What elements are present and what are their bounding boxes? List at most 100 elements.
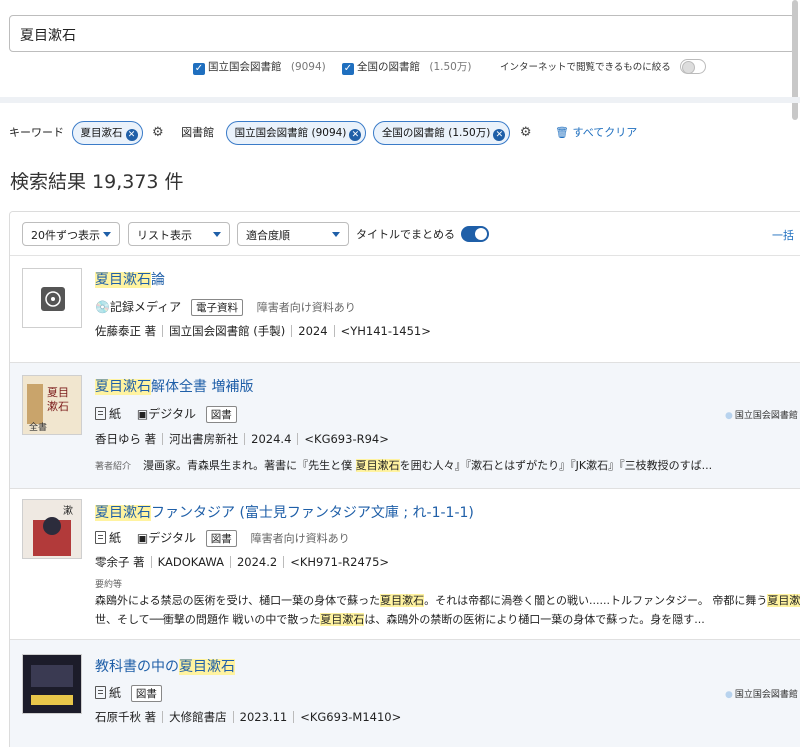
filter-all-count: (1.50万) xyxy=(429,61,472,73)
summary-highlight: 夏目漱石 xyxy=(320,613,365,626)
close-icon[interactable]: ✕ xyxy=(493,129,506,141)
summary-text: 世、そして──衝撃の問題作 戦いの中で散った xyxy=(95,613,321,626)
result-title[interactable]: 夏目漱石ファンタジア (富士見ファンタジア文庫 ; れ-1-1-1) xyxy=(95,502,474,522)
call-number: <YH141-1451> xyxy=(340,324,431,338)
title-text: 解体全書 増補版 xyxy=(151,379,254,395)
library-holding[interactable]: 国立国会図書館 xyxy=(725,408,798,421)
paper-icon xyxy=(95,531,106,544)
svg-text:漱石: 漱石 xyxy=(47,400,69,413)
publisher: KADOKAWA xyxy=(157,555,224,569)
call-number: <KH971-R2475> xyxy=(290,555,390,569)
format-line: 💿記録メディア 電子資料 障害者向け資料あり xyxy=(95,298,356,316)
format-label: 紙 xyxy=(109,531,122,545)
publication-info: 香日ゆら 著河出書房新社 2024.4 <KG693-R94> xyxy=(95,431,389,447)
book-cover[interactable] xyxy=(22,654,82,714)
summary-highlight: 夏目漱石 xyxy=(767,594,800,607)
title-highlight: 夏目漱石 xyxy=(179,659,235,675)
checkbox-checked-icon[interactable]: ✓ xyxy=(193,63,205,75)
paper-icon xyxy=(95,407,106,420)
title-text: 教科書の中の xyxy=(95,659,179,675)
digital-icon: ▣ xyxy=(136,531,149,545)
format-label-digital: デジタル xyxy=(148,407,196,421)
sliders-icon[interactable]: ⚙ xyxy=(520,125,532,140)
call-number: <KG693-M1410> xyxy=(300,710,402,724)
year: 2024.2 xyxy=(236,555,278,569)
year: 2024.4 xyxy=(251,432,292,446)
author: 香日ゆら 著 xyxy=(95,432,157,446)
trash-icon: 🗑 xyxy=(555,126,569,139)
close-icon[interactable]: ✕ xyxy=(125,129,138,141)
chevron-down-icon xyxy=(332,232,340,237)
sort-select[interactable]: 適合度順 xyxy=(237,222,349,246)
close-icon[interactable]: ✕ xyxy=(349,129,362,141)
chevron-down-icon xyxy=(213,232,221,237)
intro-text: 漫画家。青森県生まれ。著書に『先生と僕 xyxy=(143,459,356,472)
format-line: 紙 図書 xyxy=(95,684,162,702)
summary-line-1: 森鴎外による禁忌の医術を受け、樋口一葉の身体で蘇った夏目漱石。それは帝都に渦巻く… xyxy=(95,592,800,608)
library-chip-all[interactable]: 全国の図書館 (1.50万) ✕ xyxy=(372,121,511,145)
library-holding[interactable]: 国立国会図書館 xyxy=(725,687,798,700)
svg-text:漱: 漱 xyxy=(63,505,73,517)
filter-all-label: 全国の図書館 xyxy=(357,61,420,73)
sort-value: 適合度順 xyxy=(246,229,290,242)
publisher: 国立国会図書館 (手製) xyxy=(169,324,286,338)
author: 佐藤泰正 著 xyxy=(95,324,157,338)
format-line: 紙 ▣デジタル 図書 障害者向け資料あり xyxy=(95,529,350,547)
format-label: 記録メディア xyxy=(109,300,182,314)
library-chip-ndl[interactable]: 国立国会図書館 (9094) ✕ xyxy=(225,121,367,145)
clear-all-label: すべてクリア xyxy=(572,126,638,139)
intro-highlight: 夏目漱石 xyxy=(355,459,400,472)
online-only-toggle[interactable] xyxy=(680,59,707,74)
filter-ndl-count: (9094) xyxy=(290,61,326,73)
author-intro-label: 著者紹介 xyxy=(95,462,132,472)
result-item: 夏目 漱石 全書 夏目漱石解体全書 増補版 紙 ▣デジタル 図書 香日ゆら 著河出書… xyxy=(10,363,800,489)
book-cover[interactable]: 漱 xyxy=(22,499,82,559)
author: 石原千秋 著 xyxy=(95,710,157,724)
call-number: <KG693-R94> xyxy=(304,432,389,446)
library-chip-ndl-text: 国立国会図書館 (9094) xyxy=(234,127,347,139)
svg-text:全書: 全書 xyxy=(29,421,47,433)
book-cover[interactable]: 夏目 漱石 全書 xyxy=(22,375,82,435)
title-text: 論 xyxy=(151,272,165,288)
format-label: 紙 xyxy=(109,407,122,421)
search-input[interactable]: 夏目漱石 xyxy=(9,15,795,52)
sliders-icon[interactable]: ⚙ xyxy=(152,125,164,140)
online-only-filter[interactable]: インターネットで閲覧できるものに絞る xyxy=(500,59,707,74)
format-label-digital: デジタル xyxy=(148,531,196,545)
filter-all-libraries[interactable]: ✓ 全国の図書館 (1.50万) xyxy=(342,59,471,75)
author: 零余子 著 xyxy=(95,555,145,569)
format-line: 紙 ▣デジタル 図書 xyxy=(95,405,237,423)
title-highlight: 夏目漱石 xyxy=(95,505,151,521)
summary-line-2: 世、そして──衝撃の問題作 戦いの中で散った夏目漱石は、森鴎外の禁断の医術により… xyxy=(95,611,705,627)
type-badge: 図書 xyxy=(205,530,237,547)
bulk-action-link[interactable]: 一括 xyxy=(772,227,794,243)
title-highlight: 夏目漱石 xyxy=(95,379,151,395)
media-thumbnail[interactable] xyxy=(22,268,82,328)
summary-highlight: 夏目漱石 xyxy=(380,594,425,607)
summary-label: 要約等 xyxy=(95,580,123,590)
result-title[interactable]: 夏目漱石論 xyxy=(95,269,165,289)
filter-ndl[interactable]: ✓ 国立国会図書館 (9094) xyxy=(193,59,326,75)
per-page-select[interactable]: 20件ずつ表示 xyxy=(22,222,120,246)
publication-info: 佐藤泰正 著国立国会図書館 (手製) 2024 <YH141-1451> xyxy=(95,323,431,339)
clear-all-button[interactable]: 🗑 すべてクリア xyxy=(555,126,637,139)
checkbox-checked-icon[interactable]: ✓ xyxy=(342,63,354,75)
view-select[interactable]: リスト表示 xyxy=(128,222,230,246)
media-icon: 💿 xyxy=(95,300,110,314)
keyword-chip-text: 夏目漱石 xyxy=(80,127,123,139)
paper-icon xyxy=(95,686,106,699)
result-title[interactable]: 教科書の中の夏目漱石 xyxy=(95,656,235,676)
digital-icon: ▣ xyxy=(136,407,149,421)
group-by-title-toggle[interactable] xyxy=(461,226,489,242)
chevron-down-icon xyxy=(103,232,111,237)
type-badge: 図書 xyxy=(130,685,162,702)
group-by-title[interactable]: タイトルでまとめる xyxy=(356,226,489,242)
accessibility-note: 障害者向け資料あり xyxy=(250,532,350,545)
summary-text: は、森鴎外の禁断の医術により樋口一葉の身体で蘇った。身を隠す... xyxy=(364,613,705,626)
result-item: 漱 夏目漱石ファンタジア (富士見ファンタジア文庫 ; れ-1-1-1) 紙 ▣… xyxy=(10,489,800,640)
publisher: 大修館書店 xyxy=(169,710,227,724)
result-title[interactable]: 夏目漱石解体全書 増補版 xyxy=(95,376,253,396)
keyword-chip[interactable]: 夏目漱石 ✕ xyxy=(71,121,143,145)
result-count: 検索結果 19,373 件 xyxy=(10,171,184,193)
per-page-value: 20件ずつ表示 xyxy=(31,229,100,242)
